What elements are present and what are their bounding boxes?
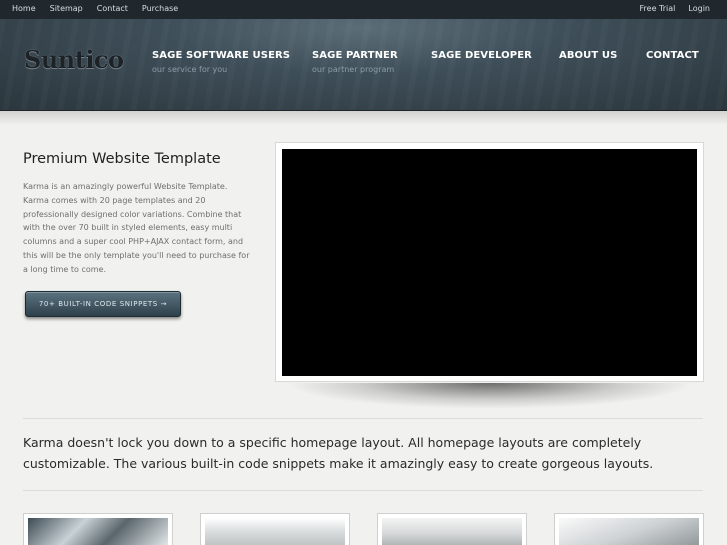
home-link[interactable]: Home (12, 4, 36, 13)
portfolio-thumbnail[interactable] (554, 513, 704, 545)
login-link[interactable]: Login (688, 4, 710, 13)
nav-label: CONTACT (646, 50, 699, 61)
site-logo[interactable]: Suntico (24, 45, 124, 74)
utility-links-left: Home Sitemap Contact Purchase (12, 4, 178, 13)
nav-sublabel: our service for you (152, 65, 228, 74)
sitemap-link[interactable]: Sitemap (50, 4, 83, 13)
nav-label: SAGE PARTNER (312, 50, 398, 61)
thumbnail-image (382, 518, 522, 545)
header-shadow-strip (0, 111, 727, 125)
section-divider (23, 418, 703, 419)
nav-item-sage-partner[interactable]: SAGE PARTNER our partner program (312, 50, 398, 74)
portfolio-thumbnail[interactable] (200, 513, 350, 545)
code-snippets-button[interactable]: 70+ BUILT-IN CODE SNIPPETS → (25, 291, 181, 317)
contact-link[interactable]: Contact (97, 4, 128, 13)
nav-label: SAGE DEVELOPER (431, 50, 532, 61)
nav-item-about-us[interactable]: ABOUT US (559, 50, 617, 61)
nav-label: ABOUT US (559, 50, 618, 61)
nav-label: SAGE SOFTWARE USERS (152, 50, 291, 61)
free-trial-link[interactable]: Free Trial (640, 4, 676, 13)
portfolio-thumbnail[interactable] (377, 513, 527, 545)
homepage-tagline: Karma doesn't lock you down to a specifi… (23, 435, 654, 471)
hero-title: Premium Website Template (23, 151, 221, 167)
portfolio-thumbnail[interactable] (23, 513, 173, 545)
video-shadow (285, 383, 695, 409)
site-header: Suntico SAGE SOFTWARE USERS our service … (0, 19, 727, 111)
thumbnail-image (205, 518, 345, 545)
utility-links-right: Free Trial Login (640, 4, 710, 13)
purchase-link[interactable]: Purchase (142, 4, 178, 13)
section-divider (23, 490, 703, 491)
hero-description: Karma is an amazingly powerful Website T… (23, 182, 250, 274)
nav-item-sage-developer[interactable]: SAGE DEVELOPER (431, 50, 532, 61)
top-utility-bar: Home Sitemap Contact Purchase Free Trial… (0, 0, 727, 19)
nav-item-sage-software-users[interactable]: SAGE SOFTWARE USERS our service for you (152, 50, 290, 74)
nav-item-contact[interactable]: CONTACT (646, 50, 699, 61)
video-player[interactable] (282, 149, 697, 376)
thumbnail-image (28, 518, 168, 545)
nav-sublabel: our partner program (312, 65, 395, 74)
thumbnail-image (559, 518, 699, 545)
